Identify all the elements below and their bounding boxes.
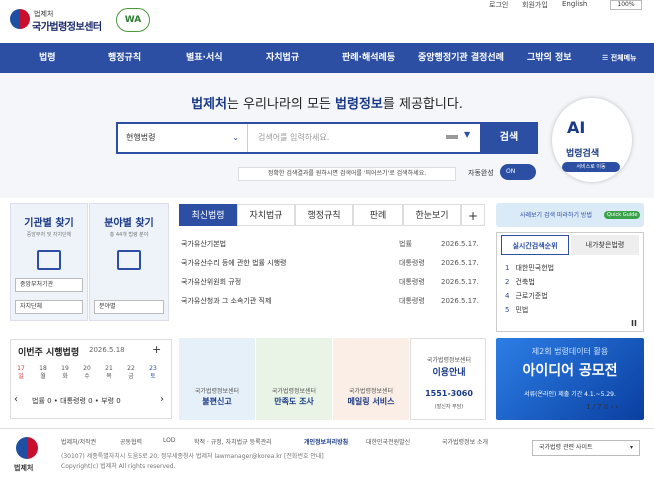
org-chart-icon (117, 250, 141, 270)
tab-admin-rules[interactable]: 행정규칙 (295, 204, 353, 226)
nav-item-laws[interactable]: 법령 (39, 43, 56, 73)
next-week-icon[interactable]: › (160, 394, 164, 405)
prev-icon[interactable]: ‹ (610, 403, 613, 411)
service-mailing[interactable]: 국가법령정보센터 메일링 서비스 (333, 338, 409, 420)
nav-item-central-decisions[interactable]: 중앙행정기관 결정선례 (418, 43, 504, 73)
more-plus-icon[interactable]: + (461, 204, 485, 226)
day-sat[interactable]: 23 토 (146, 365, 160, 381)
wa-badge: WA (116, 8, 150, 32)
category-finder-title: 분야별 찾기 (104, 218, 154, 229)
rank-item[interactable]: 5 민법 (505, 305, 528, 315)
related-sites-select[interactable]: 국가법령 관련 사이트 ▾ (532, 440, 640, 456)
footer-link-privacy[interactable]: 개인정보처리방침 (304, 437, 348, 446)
footer-logo-icon (16, 437, 38, 459)
law-tabs: 최신법령 자치법규 행정규칙 판례 한눈보기 + (179, 204, 485, 226)
law-row[interactable]: 국가유산청과 그 소속기관 직제 대통령령 2026.5.17. (179, 294, 485, 308)
nav-item-other-info[interactable]: 그밖의 정보 (527, 43, 572, 73)
prev-week-icon[interactable]: ‹ (14, 394, 18, 405)
footer-link[interactable]: 대한민국전원발신 (366, 437, 410, 446)
rank-item[interactable]: 2 건축법 (505, 277, 535, 287)
autocomplete-toggle[interactable]: ON (500, 164, 536, 180)
english-link[interactable]: English (562, 0, 587, 8)
search-scope-select[interactable]: 현행법령 ⌄ (118, 124, 248, 152)
keyboard-icon[interactable] (446, 135, 458, 139)
banner-line1: 제2회 법령데이터 활용 (531, 347, 609, 356)
day-mon[interactable]: 18 월 (36, 365, 50, 381)
org-finder-title: 기관별 찾기 (24, 218, 74, 229)
weekly-title: 이번주 시행법령 (18, 348, 80, 358)
day-tue[interactable]: 19 화 (58, 365, 72, 381)
nav-item-admin-rules[interactable]: 행정규칙 (108, 43, 141, 73)
weekly-date: 2026.5.18 (89, 346, 125, 354)
main-nav: 법령 행정규칙 별표·서식 자치법규 판례·해석례등 중앙행정기관 결정선례 그… (0, 43, 654, 73)
tab-precedents[interactable]: 판례 (353, 204, 403, 226)
signup-link[interactable]: 회원가입 (522, 0, 548, 10)
chevron-down-icon: ▾ (629, 444, 633, 451)
law-row[interactable]: 국가유산수리 등에 관한 법률 시행령 대통령령 2026.5.17. (179, 256, 485, 270)
logo-mark[interactable] (10, 9, 30, 29)
org-select-local[interactable]: 자치단체 (15, 300, 83, 314)
service-survey[interactable]: 국가법령정보센터 만족도 조사 (256, 338, 332, 420)
next-icon[interactable]: › (615, 403, 618, 411)
law-row[interactable]: 국가유산기본법 법률 2026.5.17. (179, 237, 485, 251)
footer-address: (30107) 세종특별자치시 도움5로 20, 정부세종청사 법제처 lawm… (61, 453, 324, 460)
tab-realtime-ranking[interactable]: 실시간검색순위 (501, 235, 569, 255)
rank-item[interactable]: 4 근로기준법 (505, 291, 548, 301)
pause-icon[interactable]: II (631, 319, 637, 328)
footer-link[interactable]: LOD (163, 437, 175, 444)
banner-line3: 서류(온라인) 제출 기간 4.1.~5.29. (524, 391, 616, 398)
login-link[interactable]: 로그인 (489, 0, 508, 10)
quick-guide-text: 사례보기 검색 따라하기 방법 (520, 212, 592, 219)
phone-number: 1551-3060 (425, 389, 473, 398)
ai-title: AI (567, 118, 586, 137)
service-report[interactable]: 국가법령정보센터 불편신고 (179, 338, 255, 420)
menu-icon: ☰ (602, 54, 611, 62)
chevron-down-icon: ⌄ (232, 133, 239, 142)
font-size-control[interactable]: 100% (610, 0, 642, 10)
footer-link[interactable]: 국가법령정보 소개 (442, 437, 488, 446)
weekly-more-icon[interactable]: + (152, 343, 161, 356)
nav-item-precedents[interactable]: 판례·해석례등 (342, 43, 395, 73)
quick-guide-badge: Quick Guide (604, 211, 641, 219)
autocomplete-label: 자동완성 (468, 169, 494, 177)
law-row[interactable]: 국가유산위원회 규정 대통령령 2026.5.17. (179, 275, 485, 289)
nav-item-full-menu[interactable]: ☰ 전체메뉴 (602, 43, 636, 73)
org-select-central[interactable]: 중앙부처기관 (15, 278, 83, 292)
nav-item-local-laws[interactable]: 자치법규 (266, 43, 299, 73)
search-button[interactable]: 검색 (480, 122, 538, 154)
tab-latest-laws[interactable]: 최신법령 (179, 204, 237, 226)
day-thu[interactable]: 21 목 (102, 365, 116, 381)
tab-overview[interactable]: 한눈보기 (403, 204, 461, 226)
footer-link[interactable]: 학적 · 규정, 자치법규 등록관리 (194, 437, 272, 446)
day-wed[interactable]: 20 수 (80, 365, 94, 381)
hero-title: 법제처는 우리나라의 모든 법령정보를 제공합니다. (191, 97, 463, 112)
search-input[interactable]: 검색어를 입력하세요. (258, 124, 458, 152)
search-hint: 정확한 검색결과를 원하시면 검색어를 '띄어쓰기'로 검색하세요. (238, 167, 456, 181)
category-finder-sub: 총 44개 법령 분야 (109, 232, 149, 238)
tab-local-laws[interactable]: 자치법규 (237, 204, 295, 226)
footer-link[interactable]: 법제처/저작권 (61, 437, 96, 446)
banner-line2: 아이디어 공모전 (522, 363, 618, 379)
building-icon (37, 250, 61, 270)
footer-link[interactable]: 공동협력 (120, 437, 142, 446)
day-fri[interactable]: 22 금 (124, 365, 138, 381)
tab-my-laws[interactable]: 내가찾은법령 (571, 235, 639, 255)
weekly-counts: 법률 0 • 대통령령 0 • 부령 0 (32, 397, 121, 405)
pause-icon[interactable]: II (604, 403, 608, 411)
ranking-box: 실시간검색순위 내가찾은법령 1 대한민국헌법 2 건축법 4 근로기준법 5 민법 I… (496, 232, 644, 332)
nav-item-forms[interactable]: 별표·서식 (186, 43, 223, 73)
footer-logo-text: 법제처 (14, 464, 34, 472)
search-box: 현행법령 ⌄ 검색어를 입력하세요. ▼ 검색 (116, 122, 538, 154)
dropdown-arrow-icon[interactable]: ▼ (464, 130, 470, 139)
category-select[interactable]: 분야별 (94, 300, 164, 314)
site-logo-title[interactable]: 국가법령정보센터 (32, 18, 102, 33)
rank-item[interactable]: 1 대한민국헌법 (505, 263, 554, 273)
ai-subtitle: 법령검색 (566, 149, 600, 159)
footer-copyright: Copyright(c) 법제처 All rights reserved. (61, 463, 176, 470)
org-finder-sub: 중앙부처 및 자치단체 (26, 232, 72, 238)
banner-pager: 1 / 7 II ‹ › (586, 403, 619, 411)
ai-service-button[interactable]: 서비스로 이동 (562, 162, 620, 172)
day-sun[interactable]: 17 일 (14, 365, 28, 381)
service-guide[interactable]: 국가법령정보센터 이용안내 1551-3060 (발신자 부담) (410, 338, 486, 420)
